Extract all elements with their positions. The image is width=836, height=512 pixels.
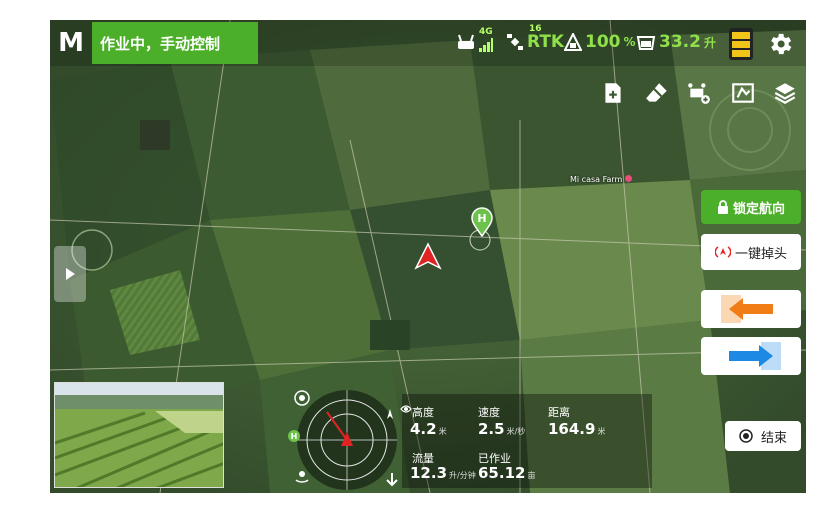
gear-icon[interactable] — [766, 30, 794, 58]
map-screen[interactable]: M 作业中，手动控制 4G 16 RTK 100% 33.2 升 Mi casa … — [50, 20, 806, 493]
lock-icon — [717, 200, 728, 214]
rtk-label: RTK — [527, 32, 565, 52]
landing-icon[interactable] — [384, 472, 400, 488]
satellite-count: 16 — [529, 24, 542, 34]
one-key-turn-label: 一键掉头 — [734, 246, 787, 262]
shift-right-button[interactable] — [701, 337, 801, 375]
drone-plus-icon[interactable] — [686, 80, 712, 106]
lock-heading-label: 锁定航向 — [732, 201, 785, 217]
farm-map-label: Mi casa Farm — [570, 175, 632, 184]
stop-icon — [739, 429, 753, 443]
rtk-status: 16 RTK — [506, 24, 565, 52]
telemetry-panel: 高度 4.2 米 速度 2.5 米/秒 距离 164.9 米 流量 12.3 升/分钟 … — [400, 394, 652, 488]
gps-icon[interactable] — [294, 468, 310, 484]
layers-icon[interactable] — [772, 80, 798, 106]
target-icon[interactable] — [294, 390, 310, 406]
h-icon: H — [288, 430, 300, 442]
height-label: 高度 — [412, 406, 434, 419]
signal-bars-icon: 4G — [479, 27, 493, 52]
tank-unit: 升 — [703, 35, 716, 50]
status-banner: 作业中，手动控制 — [92, 22, 258, 64]
worked-value: 65.12 亩 — [478, 464, 536, 482]
expand-arrow-icon — [66, 268, 75, 280]
tank-status: 100% — [564, 32, 636, 52]
satellite-icon — [507, 34, 523, 50]
camera-preview[interactable] — [54, 382, 224, 488]
height-value: 4.2 米 — [410, 420, 447, 438]
expand-panel-tab[interactable] — [54, 246, 86, 302]
lock-heading-button[interactable]: 锁定航向 — [701, 190, 801, 224]
speed-value: 2.5 米/秒 — [478, 420, 526, 438]
eraser-icon[interactable] — [644, 80, 670, 106]
speed-label: 速度 — [478, 406, 500, 419]
compass-n-icon — [387, 409, 393, 419]
turn-icon — [714, 246, 731, 258]
home-point-marker[interactable]: H — [470, 207, 494, 237]
eye-icon — [400, 405, 412, 413]
logo-m[interactable]: M — [50, 20, 92, 66]
shift-left-button[interactable] — [701, 290, 801, 328]
home-marker-label: H — [477, 212, 486, 225]
bucket-icon — [636, 36, 656, 50]
distance-label: 距离 — [548, 406, 570, 419]
liquid-status: 33.2 升 — [636, 32, 716, 52]
battery-percent: 100 — [585, 32, 621, 52]
drone-position-marker — [414, 242, 442, 270]
distance-value: 164.9 米 — [548, 420, 606, 438]
end-button[interactable]: 结束 — [725, 421, 801, 451]
arrow-left-icon — [721, 295, 773, 323]
tank-icon — [564, 33, 582, 51]
one-key-turn-button[interactable]: 一键掉头 — [701, 234, 801, 270]
battery-unit: % — [623, 35, 636, 49]
status-text: 作业中，手动控制 — [100, 34, 221, 53]
camera-feed-image — [55, 383, 223, 487]
end-label: 结束 — [760, 430, 787, 446]
svg-text:H: H — [291, 432, 298, 441]
flow-value: 12.3 升/分钟 — [410, 464, 476, 482]
arrow-right-icon — [729, 342, 781, 370]
map-area-icon[interactable] — [730, 80, 756, 106]
battery-icon[interactable] — [726, 24, 756, 62]
rc-signal-group: 4G — [456, 27, 493, 52]
add-file-icon[interactable] — [600, 80, 626, 106]
remote-controller-icon — [458, 34, 474, 49]
signal-label: 4G — [479, 27, 493, 37]
tank-value: 33.2 — [659, 32, 701, 52]
